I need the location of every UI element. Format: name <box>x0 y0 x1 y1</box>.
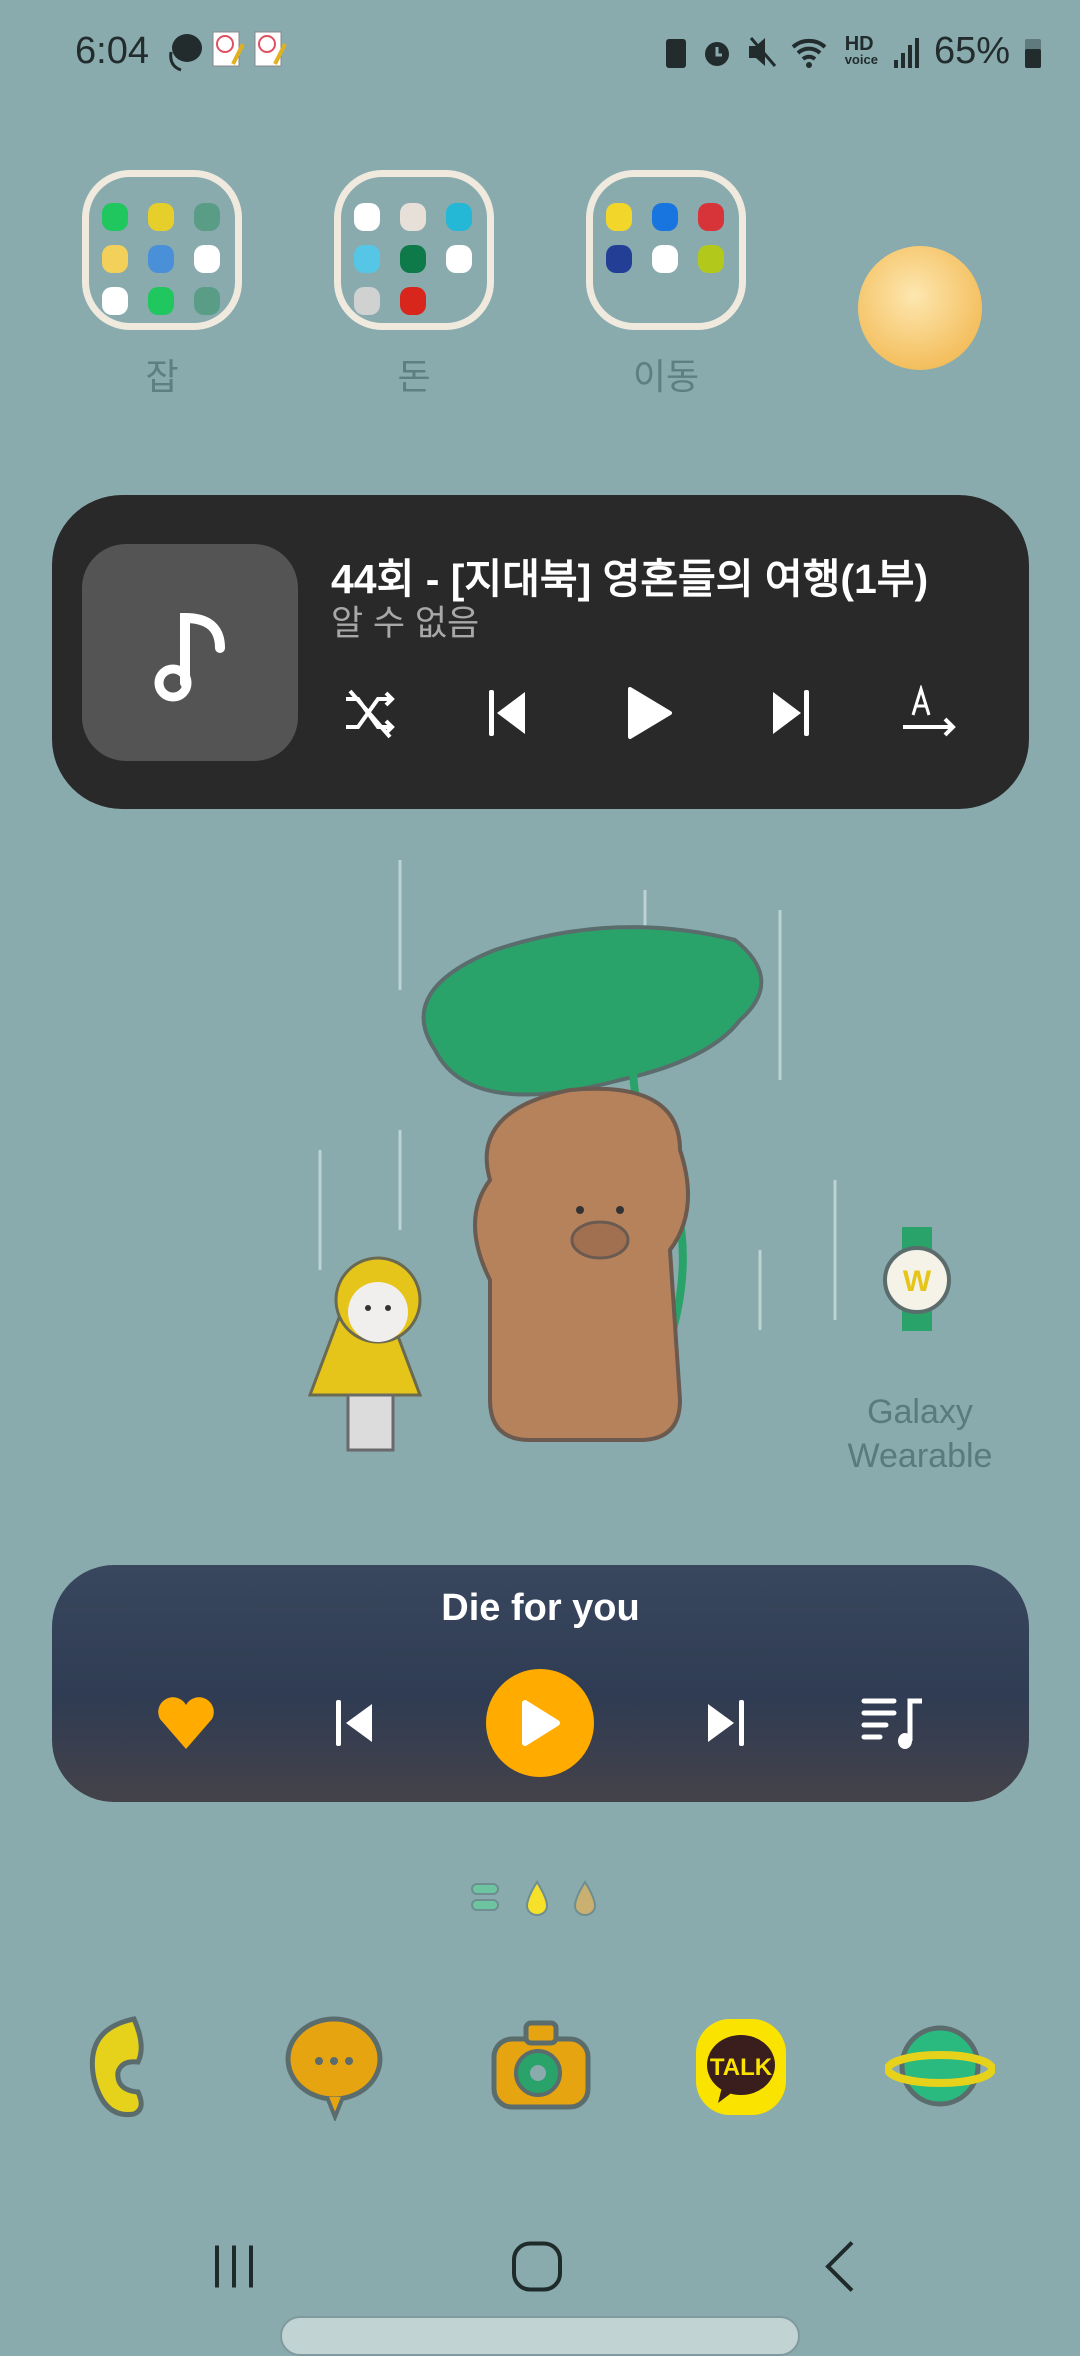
dock-kakaotalk[interactable]: TALK <box>686 2011 796 2121</box>
folder-app-icon <box>400 287 426 315</box>
page-dot-icon <box>574 1880 596 1916</box>
phone-icon <box>89 2016 144 2118</box>
app-folder[interactable] <box>82 170 242 330</box>
text-translate-icon <box>903 685 956 737</box>
music-player-widget: Die for you <box>52 1565 1029 1802</box>
folder-app-icon <box>652 203 678 231</box>
phone-message-icon <box>169 34 202 72</box>
play-button[interactable] <box>609 673 689 753</box>
wallpaper-illustration <box>307 860 837 1452</box>
battery-saver-icon <box>665 38 686 68</box>
moon-widget-icon[interactable] <box>858 246 982 370</box>
gesture-handle[interactable] <box>280 2316 800 2356</box>
hd-voice-icon: HD voice <box>844 32 878 67</box>
folder-app-icon <box>698 245 724 273</box>
back-button[interactable] <box>820 2239 860 2300</box>
folder-app-icon <box>354 287 380 315</box>
home-button[interactable] <box>509 2239 565 2300</box>
clock: 6:04 <box>75 30 149 72</box>
previous-button[interactable] <box>314 1683 394 1763</box>
folder-app-icon <box>148 245 174 273</box>
back-icon <box>825 2241 854 2292</box>
skip-previous-icon <box>489 690 525 736</box>
folder-app-icon <box>102 245 128 273</box>
folder-app-icon <box>400 203 426 231</box>
battery-icon <box>1025 38 1041 68</box>
galaxy-wearable-label: Galaxy Wearable <box>847 1393 993 1475</box>
next-button[interactable] <box>751 673 831 753</box>
folder-app-icon <box>194 287 220 315</box>
folder-app-icon <box>102 287 128 315</box>
like-button[interactable] <box>146 1683 226 1763</box>
media-artist: 알 수 없음 <box>331 604 480 643</box>
folder-app-icon <box>446 203 472 231</box>
galaxy-wearable-app[interactable]: W <box>874 1225 964 1340</box>
page-indicator[interactable] <box>470 1880 596 1916</box>
shuffle-button[interactable] <box>330 673 410 753</box>
page-dot-active-icon <box>526 1880 548 1916</box>
app-folder[interactable] <box>334 170 494 330</box>
wifi-icon <box>791 38 827 68</box>
kakaotalk-icon: TALK <box>696 2019 786 2115</box>
playlist-icon <box>861 1698 922 1749</box>
recents-button[interactable] <box>209 2242 259 2297</box>
folder-app-icon <box>354 245 380 273</box>
heart-icon <box>158 1697 214 1749</box>
dock-camera[interactable] <box>486 2011 596 2121</box>
messages-icon <box>285 2016 383 2123</box>
folder-label: 이동 <box>632 356 700 397</box>
home-icon <box>512 2241 562 2292</box>
recents-icon <box>215 2245 253 2288</box>
folder-app-icon <box>606 245 632 273</box>
skip-next-icon <box>708 1700 744 1746</box>
battery-percent: 65% <box>933 30 1010 72</box>
signal-icon <box>893 37 919 68</box>
translate-button[interactable] <box>889 673 969 753</box>
memo-icon <box>212 31 245 67</box>
dock-phone[interactable] <box>79 2011 189 2121</box>
memo-icon <box>254 31 287 67</box>
next-button[interactable] <box>686 1683 766 1763</box>
internet-planet-icon <box>884 2025 996 2107</box>
folder-app-icon <box>194 203 220 231</box>
play-icon <box>522 1700 560 1746</box>
mute-icon <box>748 36 776 67</box>
folder-app-icon <box>148 287 174 315</box>
dock-messages[interactable] <box>279 2011 389 2123</box>
folder-app-icon <box>606 203 632 231</box>
folder-label: 돈 <box>397 356 431 397</box>
media-player-widget: 44회 - [지대북] 영혼들의 여행(1부) 알 수 없음 <box>52 495 1029 809</box>
home-page-indicator-icon <box>471 1883 499 1911</box>
music-note-icon <box>154 612 225 701</box>
folder-app-icon <box>698 203 724 231</box>
folder-app-icon <box>194 245 220 273</box>
folder-app-icon <box>446 245 472 273</box>
galaxy-wearable-icon: W <box>883 1227 951 1331</box>
folder-app-icon <box>400 245 426 273</box>
app-folder[interactable] <box>586 170 746 330</box>
shuffle-off-icon <box>346 689 395 739</box>
skip-next-icon <box>773 690 809 736</box>
play-icon <box>628 687 672 739</box>
skip-previous-icon <box>336 1700 372 1746</box>
dock-internet[interactable] <box>884 2011 996 2121</box>
system-icons: HD voice 65% <box>665 30 1042 73</box>
folder-app-icon <box>102 203 128 231</box>
folder-app-icon <box>148 203 174 231</box>
album-art <box>82 544 298 761</box>
play-button[interactable] <box>486 1669 594 1777</box>
status-bar: 6:04 HD voice 65% <box>0 0 1080 105</box>
playlist-button[interactable] <box>855 1683 935 1763</box>
camera-icon <box>491 2020 591 2110</box>
folder-app-icon <box>354 203 380 231</box>
folder-label: 잡 <box>145 356 179 397</box>
alarm-icon <box>704 41 729 66</box>
svg-text:W: W <box>903 1265 932 1298</box>
previous-button[interactable] <box>467 673 547 753</box>
folder-app-icon <box>652 245 678 273</box>
song-title: Die for you <box>441 1587 640 1629</box>
svg-text:TALK: TALK <box>710 2054 773 2081</box>
notification-icons <box>165 30 287 72</box>
